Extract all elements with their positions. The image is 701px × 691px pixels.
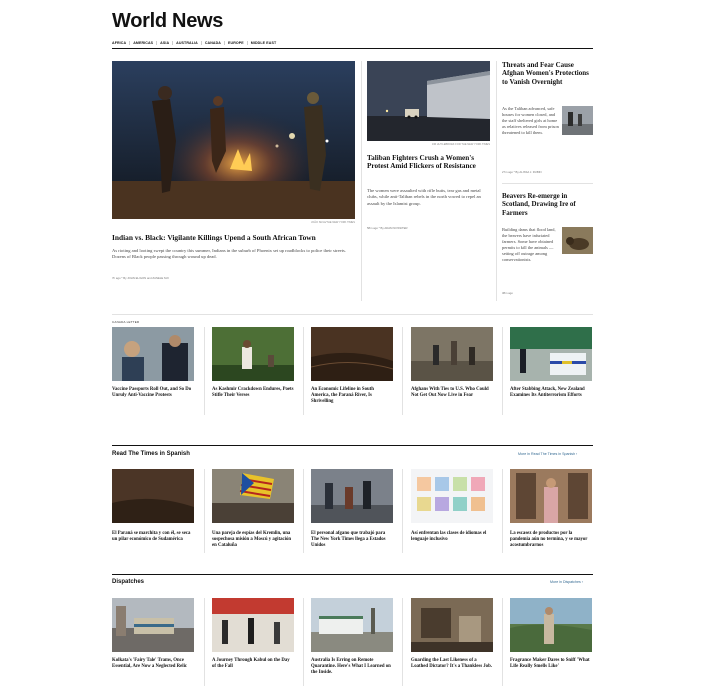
row1-card-2-headline[interactable]: As Kashmir Crackdown Endures, Poets Stif… [212, 387, 294, 399]
subnav-americas[interactable]: AMERICAS [130, 41, 158, 45]
row1-card-5-headline[interactable]: After Stabbing Attack, New Zealand Exami… [510, 387, 592, 399]
spanish-section-title[interactable]: Read The Times in Spanish [112, 451, 190, 457]
row1-divider-3 [402, 327, 403, 415]
dispatches-divider-4 [502, 598, 503, 686]
spanish-divider-2 [303, 469, 304, 553]
page-title: World News [112, 10, 224, 32]
subnav-australia[interactable]: AUSTRALIA [173, 41, 202, 45]
canada-letter-label: CANADA LETTER [112, 320, 140, 324]
dispatches-card-3-image[interactable] [311, 598, 393, 652]
spanish-card-1-headline[interactable]: El Paraná se marchita y con él, se seca … [112, 531, 194, 543]
spanish-card-2-image[interactable] [212, 469, 294, 523]
dispatches-section-rule [112, 574, 593, 575]
lead-photo-credit: JOÃO SILVA/THE NEW YORK TIMES [310, 221, 355, 224]
spanish-card-5-headline[interactable]: La escasez de productos por la pandemia … [510, 531, 592, 550]
right-story-1-meta: 27m ago * By ALISSA J. RUBIN [502, 170, 542, 174]
dispatches-section-title[interactable]: Dispatches [112, 579, 144, 585]
dispatches-card-5-image[interactable] [510, 598, 592, 652]
middle-photo-credit: JIM HUYLEBROEK FOR THE NEW YORK TIMES [431, 143, 490, 146]
row1-card-2-image[interactable] [212, 327, 294, 381]
dispatches-card-4-image[interactable] [411, 598, 493, 652]
spanish-divider-4 [502, 469, 503, 553]
row1-card-3-image[interactable] [311, 327, 393, 381]
spanish-card-3-headline[interactable]: El personal afgano que trabajó para The … [311, 531, 393, 550]
middle-meta: 58m ago * By ADAM NOSSITER [367, 226, 408, 230]
dispatches-divider-1 [204, 598, 205, 686]
row1-divider-1 [204, 327, 205, 415]
row1-card-1-image[interactable] [112, 327, 194, 381]
dispatches-divider-3 [402, 598, 403, 686]
right-story-1-headline[interactable]: Threats and Fear Cause Afghan Women's Pr… [502, 61, 595, 86]
row1-card-3-headline[interactable]: An Economic Lifeline in South America, t… [311, 387, 393, 406]
row1-divider-2 [303, 327, 304, 415]
row1-card-1-headline[interactable]: Vaccine Passports Roll Out, and So Do Un… [112, 387, 194, 399]
lead-meta: 7h ago * By JOHN ELIGON and ZANELE MJI [112, 276, 169, 280]
subnav-asia[interactable]: ASIA [157, 41, 174, 45]
spanish-divider-3 [402, 469, 403, 553]
subnav-middle-east[interactable]: MIDDLE EAST [248, 41, 279, 45]
right-story-2-summary: Building dams that flood land, the beave… [502, 227, 556, 263]
dispatches-card-4-headline[interactable]: Guarding the Last Likeness of a Loathed … [411, 658, 493, 670]
lead-headline[interactable]: Indian vs. Black: Vigilante Killings Upe… [112, 233, 357, 242]
spanish-card-2-headline[interactable]: Una pareja de espías del Kremlin, una so… [212, 531, 294, 550]
divider-vertical-1 [361, 61, 362, 301]
dispatches-divider-2 [303, 598, 304, 686]
dispatches-more-link[interactable]: More in Dispatches › [550, 580, 583, 584]
right-divider [502, 183, 593, 184]
row1-card-4-headline[interactable]: Afghans With Ties to U.S. Who Could Not … [411, 387, 493, 399]
subnav-europe[interactable]: EUROPE [225, 41, 248, 45]
dispatches-card-1-headline[interactable]: Kolkata's 'Fairy Tale' Trams, Once Essen… [112, 658, 194, 670]
divider-row1-top [112, 314, 593, 315]
spanish-more-link[interactable]: More in Read The Times in Spanish › [518, 452, 577, 456]
spanish-card-5-image[interactable] [510, 469, 592, 523]
spanish-card-4-headline[interactable]: Así enfrentan las clases de idiomas el l… [411, 531, 493, 543]
section-subnav: AFRICA AMERICAS ASIA AUSTRALIA CANADA EU… [112, 38, 593, 48]
right-story-1-image[interactable] [562, 106, 593, 135]
right-story-2-headline[interactable]: Beavers Re-emerge in Scotland, Drawing I… [502, 192, 595, 217]
row1-card-5-image[interactable] [510, 327, 592, 381]
right-story-1-summary: As the Taliban advanced, safe houses for… [502, 106, 559, 136]
lead-summary: As rioting and looting swept the country… [112, 248, 346, 260]
right-story-2-image[interactable] [562, 227, 593, 254]
top-rule [112, 48, 593, 49]
dispatches-card-2-headline[interactable]: A Journey Through Kabul on the Day of th… [212, 658, 294, 670]
row1-card-4-image[interactable] [411, 327, 493, 381]
dispatches-card-1-image[interactable] [112, 598, 194, 652]
lead-story-image[interactable] [112, 61, 355, 219]
middle-headline[interactable]: Taliban Fighters Crush a Women's Protest… [367, 154, 492, 171]
dispatches-card-2-image[interactable] [212, 598, 294, 652]
spanish-card-4-image[interactable] [411, 469, 493, 523]
subnav-canada[interactable]: CANADA [202, 41, 225, 45]
spanish-section-rule [112, 445, 593, 446]
spanish-card-3-image[interactable] [311, 469, 393, 523]
spanish-divider-1 [204, 469, 205, 553]
divider-vertical-2 [496, 61, 497, 301]
middle-story-image[interactable] [367, 61, 490, 141]
subnav-africa[interactable]: AFRICA [112, 41, 131, 45]
row1-divider-4 [502, 327, 503, 415]
middle-summary: The women were assaulted with rifle butt… [367, 188, 481, 206]
dispatches-card-5-headline[interactable]: Fragrance Maker Dares to Sniff 'What Lif… [510, 658, 592, 670]
dispatches-card-3-headline[interactable]: Australia Is Erring on Remote Quarantine… [311, 658, 393, 677]
right-story-2-meta: 38m ago [502, 291, 513, 295]
spanish-card-1-image[interactable] [112, 469, 194, 523]
